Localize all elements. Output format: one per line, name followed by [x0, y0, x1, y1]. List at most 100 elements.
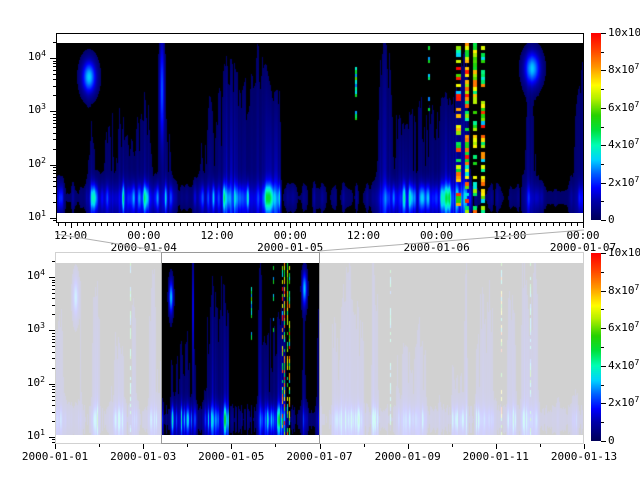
overview-x-tick-label-text: 2000-01-07 [286, 450, 352, 463]
detail-y-tick-label-text: 10 [28, 50, 41, 63]
overview-x-minor-tick [187, 444, 188, 447]
overview-y-tick-label-exponent: 4 [40, 268, 45, 277]
overview-x-minor-tick [452, 444, 453, 447]
overview-x-tick-label-text: 2000-01-11 [463, 450, 529, 463]
detail-y-minor-tick [53, 70, 56, 71]
overview-fade-right [319, 252, 584, 444]
overview-y-tick-label: 104 [15, 269, 45, 283]
overview-x-tick-label: 2000-01-01 [22, 450, 88, 463]
overview-y-minor-tick [52, 261, 55, 262]
detail-y-tick-label: 104 [16, 50, 46, 64]
overview-x-major-tick [584, 444, 585, 449]
overview-y-minor-tick [52, 405, 55, 406]
overview-y-tick-label-text: 10 [27, 376, 40, 389]
detail-y-minor-tick [53, 186, 56, 187]
overview-fade-left [55, 252, 161, 444]
overview-cbar-major-tick [601, 403, 606, 404]
overview-cbar-major-tick [601, 441, 606, 442]
overview-y-minor-tick [52, 336, 55, 337]
overview-x-tick-label-text: 2000-01-13 [551, 450, 617, 463]
overview-x-tick-label: 2000-01-05 [198, 450, 264, 463]
overview-cbar-tick-label: 6x107 [608, 321, 639, 335]
overview-y-major-tick [49, 330, 55, 331]
overview-x-tick-label-text: 2000-01-05 [198, 450, 264, 463]
detail-cbar-minor-tick [601, 89, 604, 90]
overview-y-minor-tick [52, 396, 55, 397]
overview-cbar-tick-label-exponent: 7 [635, 358, 640, 367]
detail-y-tick-label-text: 10 [28, 103, 41, 116]
detail-y-tick-label: 102 [16, 157, 46, 171]
detail-y-minor-tick [53, 139, 56, 140]
overview-x-minor-tick [540, 444, 541, 447]
overview-x-major-tick [143, 444, 144, 449]
detail-cbar-tick-label-exponent: 7 [635, 62, 640, 71]
detail-y-minor-tick [53, 149, 56, 150]
overview-y-minor-tick [52, 439, 55, 440]
detail-colorbar[interactable] [591, 33, 601, 220]
overview-y-major-tick [49, 277, 55, 278]
context-connector-lines [0, 220, 640, 256]
detail-y-major-tick [50, 58, 56, 59]
overview-colorbar[interactable] [591, 253, 601, 441]
overview-y-minor-tick [52, 285, 55, 286]
spectrogram-figure: 101102103104 12:0000:002000-01-0412:0000… [0, 0, 640, 480]
overview-y-minor-tick [52, 412, 55, 413]
detail-cbar-tick-label: 8x107 [608, 63, 639, 77]
overview-cbar-major-tick [601, 253, 606, 254]
overview-cbar-tick-label-exponent: 7 [635, 283, 640, 292]
detail-y-minor-tick [53, 61, 56, 62]
overview-cbar-tick-label-exponent: 7 [635, 395, 640, 404]
detail-y-minor-tick [53, 114, 56, 115]
detail-y-tick-label: 103 [16, 103, 46, 117]
detail-cbar-tick-label-text: 8x10 [608, 63, 635, 76]
overview-x-axis: 2000-01-012000-01-032000-01-052000-01-07… [55, 444, 584, 468]
overview-cbar-tick-label-text: 8x10 [608, 284, 635, 297]
overview-cbar-tick-label-text: 0 [608, 434, 615, 447]
overview-y-minor-tick [52, 352, 55, 353]
overview-y-minor-tick [52, 305, 55, 306]
overview-x-tick-label: 2000-01-09 [375, 450, 441, 463]
detail-y-minor-tick [53, 133, 56, 134]
detail-y-minor-tick [53, 63, 56, 64]
detail-y-minor-tick [53, 202, 56, 203]
overview-y-minor-tick [52, 400, 55, 401]
detail-y-minor-tick [53, 66, 56, 67]
overview-y-tick-label-exponent: 2 [40, 375, 45, 384]
overview-cbar-tick-label-text: 6x10 [608, 321, 635, 334]
detail-cbar-tick-label: 10x107 [608, 26, 640, 40]
detail-cbar-tick-label-text: 10x10 [608, 26, 640, 39]
detail-y-minor-tick [53, 181, 56, 182]
overview-y-axis: 101102103104 [0, 252, 55, 444]
overview-cbar-tick-label-exponent: 7 [635, 320, 640, 329]
overview-x-tick-label: 2000-01-07 [286, 450, 352, 463]
detail-cbar-minor-tick [601, 164, 604, 165]
overview-y-major-tick [49, 437, 55, 438]
detail-cbar-minor-tick [601, 52, 604, 53]
detail-y-minor-tick [53, 95, 56, 96]
overview-y-major-tick [49, 384, 55, 385]
detail-cbar-major-tick [601, 145, 606, 146]
detail-y-minor-tick [53, 79, 56, 80]
overview-x-minor-tick [99, 444, 100, 447]
overview-y-minor-tick [52, 289, 55, 290]
overview-x-minor-tick [364, 444, 365, 447]
overview-y-minor-tick [52, 333, 55, 334]
overview-cbar-minor-tick [601, 385, 604, 386]
overview-x-major-tick [231, 444, 232, 449]
detail-y-minor-tick [53, 170, 56, 171]
overview-x-tick-label-text: 2000-01-03 [110, 450, 176, 463]
detail-spectrogram-canvas[interactable] [57, 43, 583, 213]
detail-cbar-tick-label: 6x107 [608, 101, 639, 115]
overview-y-minor-tick [52, 282, 55, 283]
detail-cbar-major-tick [601, 33, 606, 34]
detail-y-minor-tick [53, 120, 56, 121]
connector-line-right [319, 230, 584, 251]
overview-selection-box[interactable] [161, 252, 320, 444]
detail-y-minor-tick [53, 117, 56, 118]
detail-y-minor-tick [53, 86, 56, 87]
detail-cbar-minor-tick [601, 127, 604, 128]
overview-x-tick-label: 2000-01-11 [463, 450, 529, 463]
detail-y-major-tick [50, 111, 56, 112]
overview-y-tick-label-exponent: 1 [40, 428, 45, 437]
detail-spectrogram-plot[interactable] [56, 33, 584, 223]
